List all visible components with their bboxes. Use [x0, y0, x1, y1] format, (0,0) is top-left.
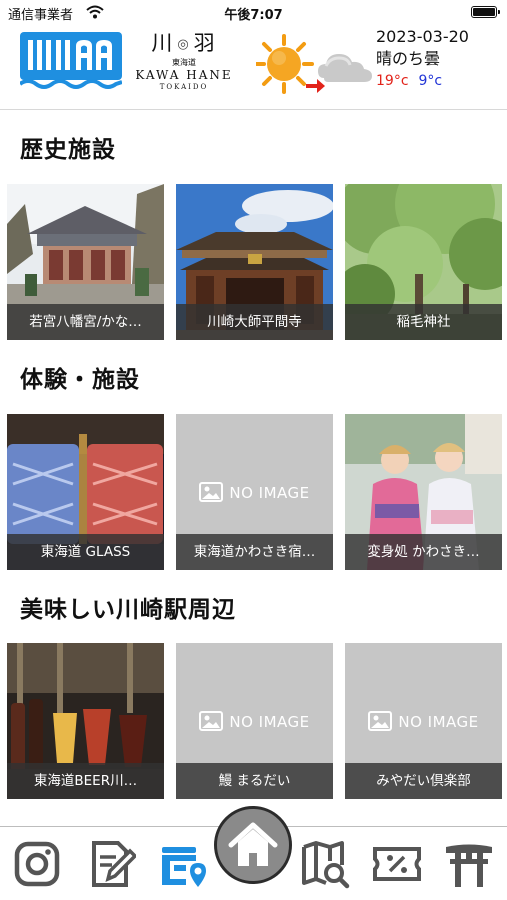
app-header: 川 ◎ 羽 東海道 KAWA HANE TOKAIDO 2023-03-20 晴のち… [0, 26, 507, 110]
weather-temps: 19°c 9°c [376, 70, 504, 92]
card-caption: 稲毛神社 [345, 304, 502, 340]
cloud-icon [318, 54, 372, 82]
brand-kanji: 川 ◎ 羽 [128, 30, 240, 58]
arrow-right-icon [306, 79, 325, 93]
brand-sub: 東海道 [172, 57, 196, 67]
section-title-food: 美味しい川崎駅周辺 [20, 597, 236, 623]
no-image-placeholder: NO IMAGE [176, 711, 333, 731]
card-caption: 東海道 GLASS [7, 534, 164, 570]
spot-card-kawasakijuku[interactable]: NO IMAGE 東海道かわさき宿… [176, 414, 333, 570]
header-divider [0, 109, 507, 110]
image-icon [199, 711, 224, 731]
spot-card-marudai[interactable]: NO IMAGE 鰻 まるだい [176, 643, 333, 799]
spot-card-beer[interactable]: 東海道BEER川… [7, 643, 164, 799]
spot-card-heikenji[interactable]: 川崎大師平間寺 [176, 184, 333, 340]
coupon-icon[interactable] [372, 839, 422, 889]
card-caption: 東海道BEER川… [7, 763, 164, 799]
home-icon [228, 822, 278, 866]
battery-icon [471, 6, 500, 18]
no-image-text: NO IMAGE [229, 484, 310, 502]
card-caption: 東海道かわさき宿… [176, 534, 333, 570]
card-caption: 鰻 まるだい [176, 763, 333, 799]
status-bar: 通信事業者 午後7:07 [0, 0, 507, 26]
image-icon [199, 482, 224, 502]
weather-icons [256, 34, 372, 94]
brand-kanji-right: 羽 [193, 31, 217, 55]
weather-date: 2023-03-20 [376, 27, 469, 46]
brand-kanji-left: 川 [151, 31, 175, 55]
brand-wordmark: 川 ◎ 羽 東海道 KAWA HANE TOKAIDO [128, 30, 240, 94]
card-caption: 若宮八幡宮/かな… [7, 304, 164, 340]
brand-region: TOKAIDO [159, 82, 209, 91]
card-caption: 川崎大師平間寺 [176, 304, 333, 340]
instagram-icon[interactable] [12, 839, 62, 889]
spot-card-wakamiya[interactable]: 若宮八幡宮/かな… [7, 184, 164, 340]
spots-icon[interactable] [158, 839, 208, 889]
spot-card-inage[interactable]: 稲毛神社 [345, 184, 502, 340]
card-caption: みやだい倶楽部 [345, 763, 502, 799]
ring-icon: ◎ [177, 36, 191, 52]
home-button[interactable] [214, 806, 292, 884]
no-image-text: NO IMAGE [229, 713, 310, 731]
app-logo[interactable] [20, 32, 122, 92]
map-search-icon[interactable] [300, 839, 350, 889]
no-image-placeholder: NO IMAGE [176, 482, 333, 502]
section-title-experience: 体験・施設 [20, 367, 140, 393]
image-icon [368, 711, 393, 731]
section-title-history: 歴史施設 [20, 137, 116, 163]
spot-card-glass[interactable]: 東海道 GLASS [7, 414, 164, 570]
status-time: 午後7:07 [224, 8, 283, 23]
spot-card-henshin[interactable]: 変身処 かわさき… [345, 414, 502, 570]
weather-info: 2023-03-20 晴のち曇 19°c 9°c [376, 26, 504, 92]
sun-icon [256, 34, 314, 94]
card-caption: 変身処 かわさき… [345, 534, 502, 570]
brand-roman: KAWA HANE [135, 67, 233, 82]
notes-icon[interactable] [86, 839, 136, 889]
temp-low: 9°c [418, 73, 443, 89]
no-image-placeholder: NO IMAGE [345, 711, 502, 731]
no-image-text: NO IMAGE [398, 713, 479, 731]
weather-description: 晴のち曇 [376, 49, 441, 68]
torii-icon[interactable] [444, 839, 494, 889]
temp-high: 19°c [376, 73, 409, 89]
spot-card-miyadai[interactable]: NO IMAGE みやだい倶楽部 [345, 643, 502, 799]
